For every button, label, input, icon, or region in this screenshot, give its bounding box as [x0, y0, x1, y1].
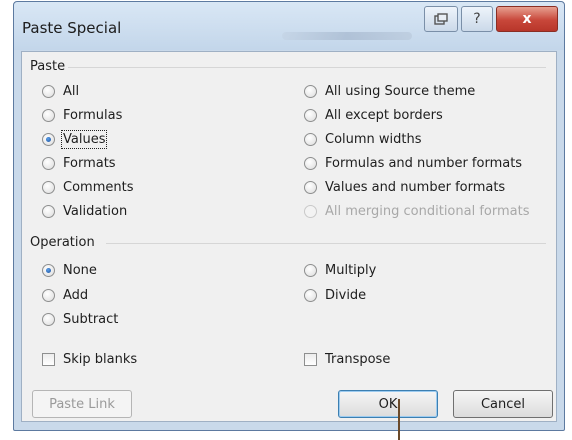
- paste-option-comments-label: Comments: [63, 179, 134, 195]
- paste-option-column-widths[interactable]: Column widths: [304, 130, 422, 148]
- radio-formats[interactable]: [42, 156, 55, 170]
- close-icon: x: [522, 11, 532, 27]
- radio-values[interactable]: [42, 132, 55, 146]
- operation-option-subtract-label: Subtract: [63, 311, 119, 327]
- operation-option-multiply-label: Multiply: [325, 262, 377, 278]
- paste-option-formulas-and-number-formats-label: Formulas and number formats: [325, 155, 523, 171]
- radio-all-using-source-theme[interactable]: [304, 84, 317, 98]
- operation-option-subtract[interactable]: Subtract: [42, 310, 118, 328]
- operation-option-divide[interactable]: Divide: [304, 286, 366, 304]
- paste-option-column-widths-label: Column widths: [325, 131, 422, 147]
- paste-group-label: Paste: [30, 59, 66, 74]
- operation-option-add[interactable]: Add: [42, 286, 88, 304]
- skip-blanks-label: Skip blanks: [63, 351, 138, 367]
- radio-none[interactable]: [42, 263, 55, 277]
- paste-option-all-merging-conditional-formats-label: All merging conditional formats: [325, 203, 530, 219]
- transpose-box[interactable]: [304, 352, 317, 366]
- skip-blanks-box[interactable]: [42, 352, 55, 366]
- operation-option-none[interactable]: None: [42, 261, 97, 279]
- paste-option-values-label: Values: [60, 129, 108, 149]
- operation-option-multiply[interactable]: Multiply: [304, 261, 376, 279]
- radio-all-merging-conditional-formats: [304, 204, 317, 218]
- skip-blanks-checkbox[interactable]: Skip blanks: [42, 350, 137, 368]
- cancel-button[interactable]: Cancel: [453, 390, 553, 418]
- restore-button[interactable]: [424, 6, 458, 32]
- help-button[interactable]: ?: [461, 6, 493, 32]
- paste-option-all-using-source-theme-label: All using Source theme: [325, 83, 476, 99]
- paste-option-formulas[interactable]: Formulas: [42, 106, 122, 124]
- paste-option-formats[interactable]: Formats: [42, 154, 116, 172]
- dialog-body: Paste All Formulas Values Formats Commen…: [21, 51, 557, 422]
- paste-option-values-and-number-formats[interactable]: Values and number formats: [304, 178, 505, 196]
- paste-group-divider: [68, 67, 546, 68]
- radio-all[interactable]: [42, 84, 55, 98]
- paste-option-validation[interactable]: Validation: [42, 202, 127, 220]
- paste-option-all-except-borders[interactable]: All except borders: [304, 106, 443, 124]
- paste-option-all-merging-conditional-formats: All merging conditional formats: [304, 202, 529, 220]
- radio-multiply[interactable]: [304, 263, 317, 277]
- transpose-checkbox[interactable]: Transpose: [304, 350, 390, 368]
- title-bar[interactable]: Paste Special ? x: [14, 2, 564, 50]
- radio-subtract[interactable]: [42, 312, 55, 326]
- paste-option-validation-label: Validation: [63, 203, 128, 219]
- paste-option-comments[interactable]: Comments: [42, 178, 133, 196]
- radio-formulas-and-number-formats[interactable]: [304, 156, 317, 170]
- radio-divide[interactable]: [304, 288, 317, 302]
- paste-option-all-except-borders-label: All except borders: [325, 107, 443, 123]
- help-icon: ?: [473, 11, 481, 27]
- operation-option-add-label: Add: [63, 287, 89, 303]
- paste-option-all-label: All: [63, 83, 80, 99]
- ok-button[interactable]: OK: [338, 390, 438, 418]
- paste-option-formulas-and-number-formats[interactable]: Formulas and number formats: [304, 154, 522, 172]
- operation-group-label: Operation: [30, 235, 95, 250]
- radio-formulas[interactable]: [42, 108, 55, 122]
- radio-validation[interactable]: [42, 204, 55, 218]
- paste-option-values-and-number-formats-label: Values and number formats: [325, 179, 506, 195]
- paste-option-all-using-source-theme[interactable]: All using Source theme: [304, 82, 475, 100]
- paste-option-all[interactable]: All: [42, 82, 79, 100]
- operation-option-divide-label: Divide: [325, 287, 367, 303]
- transpose-label: Transpose: [325, 351, 391, 367]
- radio-column-widths[interactable]: [304, 132, 317, 146]
- restore-icon: [434, 13, 448, 25]
- paste-option-formulas-label: Formulas: [63, 107, 123, 123]
- close-button[interactable]: x: [496, 6, 558, 32]
- operation-group-divider: [106, 243, 546, 244]
- pointer-annotation-line: [398, 399, 400, 440]
- radio-values-and-number-formats[interactable]: [304, 180, 317, 194]
- dialog-title: Paste Special: [22, 19, 122, 37]
- paste-option-formats-label: Formats: [63, 155, 116, 171]
- radio-all-except-borders[interactable]: [304, 108, 317, 122]
- operation-option-none-label: None: [63, 262, 97, 278]
- title-bar-blur: [282, 32, 412, 40]
- radio-add[interactable]: [42, 288, 55, 302]
- radio-comments[interactable]: [42, 180, 55, 194]
- paste-special-dialog: Paste Special ? x Paste All Formulas Val…: [13, 1, 565, 431]
- paste-link-button[interactable]: Paste Link: [32, 390, 132, 418]
- paste-option-values[interactable]: Values: [42, 129, 108, 149]
